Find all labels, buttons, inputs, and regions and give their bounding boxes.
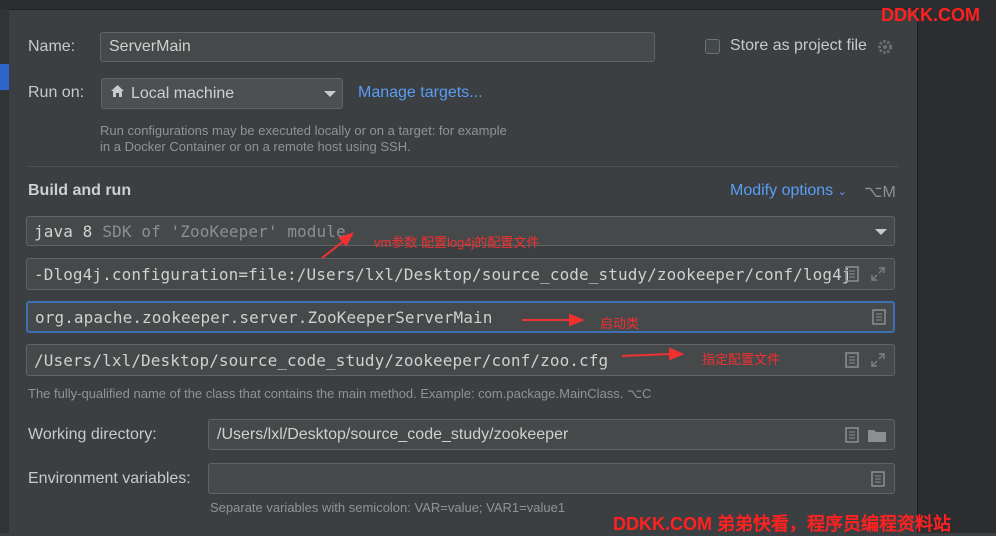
annotation-arrows	[321, 232, 685, 361]
main-annotation-arrowhead	[569, 313, 585, 327]
watermark-bottom: DDKK.COM 弟弟快看，程序员编程资料站	[613, 514, 951, 534]
vm-annotation-arrow	[321, 239, 346, 259]
args-annotation-arrowhead	[669, 347, 685, 361]
program-args-annotation-text: 指定配置文件	[702, 352, 781, 367]
vm-annotation-text: vm参数 配置log4j的配置文件	[374, 235, 540, 250]
main-class-annotation-text: 启动类	[600, 316, 640, 331]
args-annotation-arrow	[621, 353, 671, 357]
watermark-top: DDKK.COM	[881, 5, 980, 25]
